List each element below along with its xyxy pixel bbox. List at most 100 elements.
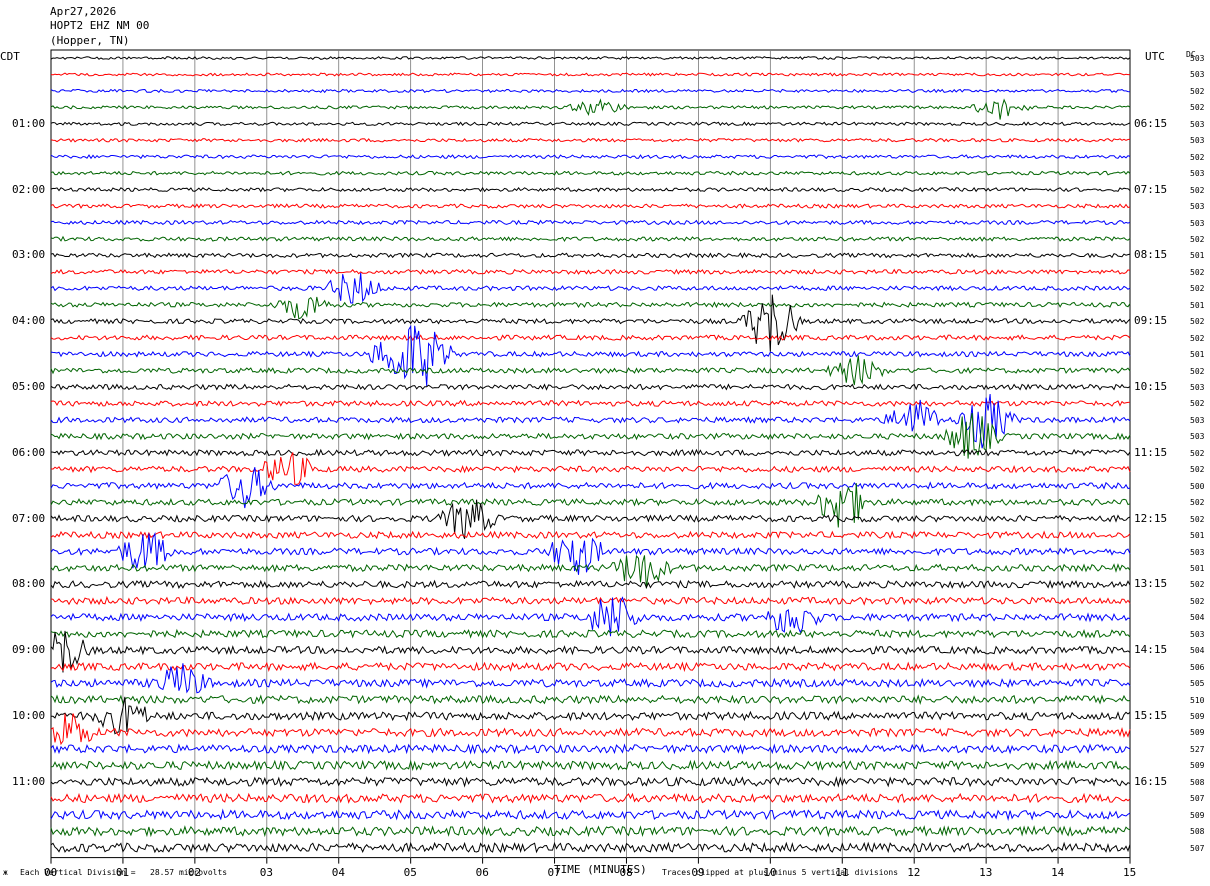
dc-offset-label: 507 <box>1190 843 1205 853</box>
trace-line-4 <box>50 121 1131 127</box>
trace-line-13 <box>50 268 1131 275</box>
dc-offset-label: 502 <box>1190 185 1205 195</box>
trace-line-35 <box>50 628 1131 639</box>
left-time-label: 09:00 <box>12 643 46 657</box>
dc-offset-label: 508 <box>1190 777 1205 787</box>
dc-offset-label: 502 <box>1190 580 1205 590</box>
dc-offset-label: 502 <box>1190 366 1205 376</box>
dc-offset-label: 508 <box>1190 827 1205 837</box>
right-time-label: 07:15 <box>1134 182 1168 196</box>
left-time-label: 07:00 <box>12 511 46 525</box>
left-time-label: 03:00 <box>12 248 46 262</box>
dc-offset-label: 506 <box>1190 662 1205 672</box>
dc-offset-label: 504 <box>1190 646 1205 656</box>
x-tick-label: 06 <box>475 865 489 879</box>
x-tick-label: 13 <box>979 865 993 879</box>
trace-line-21 <box>50 399 1131 408</box>
trace-line-32 <box>50 579 1131 590</box>
trace-line-2 <box>50 88 1131 94</box>
trace-line-45 <box>50 792 1131 805</box>
trace-line-8 <box>50 186 1131 193</box>
dc-offset-label: 502 <box>1190 514 1205 524</box>
dc-offset-label: 503 <box>1190 432 1205 442</box>
trace-line-0 <box>50 55 1131 60</box>
dc-offset-label: 500 <box>1190 481 1205 491</box>
right-time-label: 12:15 <box>1134 511 1168 525</box>
trace-line-42 <box>50 743 1131 755</box>
dc-offset-label: 504 <box>1190 613 1205 623</box>
trace-line-7 <box>50 170 1131 176</box>
dc-offset-label: 510 <box>1190 695 1205 705</box>
trace-line-17 <box>50 334 1131 342</box>
left-time-label: 01:00 <box>12 116 46 130</box>
trace-line-43 <box>50 759 1131 772</box>
dc-offset-label: 503 <box>1190 415 1205 425</box>
trace-line-5 <box>50 137 1131 143</box>
trace-line-37 <box>50 661 1131 673</box>
dc-offset-label: 505 <box>1190 679 1205 689</box>
dc-offset-label: 509 <box>1190 761 1205 771</box>
dc-offset-label: 501 <box>1190 251 1205 261</box>
left-time-label: 10:00 <box>12 709 46 722</box>
dc-offset-label: 502 <box>1190 103 1205 113</box>
right-time-label: 10:15 <box>1134 380 1168 393</box>
dc-offset-label: 502 <box>1190 86 1205 96</box>
dc-offset-label: 502 <box>1190 333 1205 343</box>
helicorder-chart <box>50 49 1131 864</box>
dc-offset-label: 502 <box>1190 465 1205 475</box>
dc-offset-label: 502 <box>1190 284 1205 294</box>
dc-offset-label: 527 <box>1190 744 1205 754</box>
right-time-label: 14:15 <box>1134 643 1168 657</box>
dc-offset-label: 509 <box>1190 712 1205 721</box>
dc-offset-label: 502 <box>1190 399 1205 409</box>
dc-offset-label: 502 <box>1190 234 1205 244</box>
left-time-label: 04:00 <box>12 314 46 328</box>
trace-line-33 <box>50 595 1131 606</box>
trace-line-47 <box>50 825 1131 838</box>
trace-line-6 <box>50 154 1131 160</box>
left-time-label: 11:00 <box>12 774 46 788</box>
left-time-label: 06:00 <box>12 445 46 459</box>
right-time-label: 13:15 <box>1134 577 1168 591</box>
right-time-label: 16:15 <box>1134 774 1168 788</box>
dc-offset-label: 503 <box>1190 119 1205 129</box>
dc-offset-label: 503 <box>1190 202 1205 212</box>
trace-line-11 <box>50 235 1131 243</box>
left-time-label: 08:00 <box>12 577 46 591</box>
x-axis-title: TIME (MINUTES) <box>554 863 647 876</box>
right-time-label: 09:15 <box>1134 314 1168 328</box>
dc-offset-label: 501 <box>1190 350 1205 360</box>
x-tick-label: 14 <box>1051 865 1065 879</box>
right-time-label: 11:15 <box>1134 445 1168 459</box>
dc-offset-label: 503 <box>1190 629 1205 639</box>
dc-offset-label: 509 <box>1190 728 1205 738</box>
x-tick-label: 04 <box>331 865 345 879</box>
left-time-label: 05:00 <box>12 380 46 393</box>
trace-line-14 <box>50 272 1131 304</box>
trace-line-41 <box>50 713 1131 746</box>
trace-line-22 <box>50 393 1131 449</box>
trace-line-10 <box>50 219 1131 226</box>
dc-offset-label: 501 <box>1190 531 1205 541</box>
trace-line-44 <box>50 776 1131 788</box>
trace-line-1 <box>50 72 1130 77</box>
dc-offset-label: 503 <box>1190 136 1205 146</box>
dc-offset-label: 502 <box>1190 596 1205 606</box>
x-tick-label: 12 <box>907 865 921 879</box>
dc-offset-label: 501 <box>1190 300 1205 310</box>
x-tick-label: 05 <box>403 865 417 879</box>
dc-offset-label: 503 <box>1190 218 1205 228</box>
dc-offset-label: 502 <box>1190 267 1205 277</box>
trace-line-30 <box>50 531 1131 575</box>
vertical-division-note: Each Vertical Division = 28.57 microvolt… <box>20 868 228 877</box>
dc-offset-label: 501 <box>1190 563 1205 573</box>
seismic-traces <box>50 55 1131 854</box>
right-time-label: 06:15 <box>1134 116 1168 130</box>
trace-line-20 <box>50 383 1131 391</box>
trace-line-19 <box>50 355 1131 386</box>
clip-note: Traces clipped at plus/minus 5 vertical … <box>662 868 899 877</box>
trace-line-3 <box>50 98 1131 120</box>
dc-offset-label: 503 <box>1190 70 1205 80</box>
left-time-label: 02:00 <box>12 182 46 196</box>
right-time-label: 08:15 <box>1134 248 1168 262</box>
